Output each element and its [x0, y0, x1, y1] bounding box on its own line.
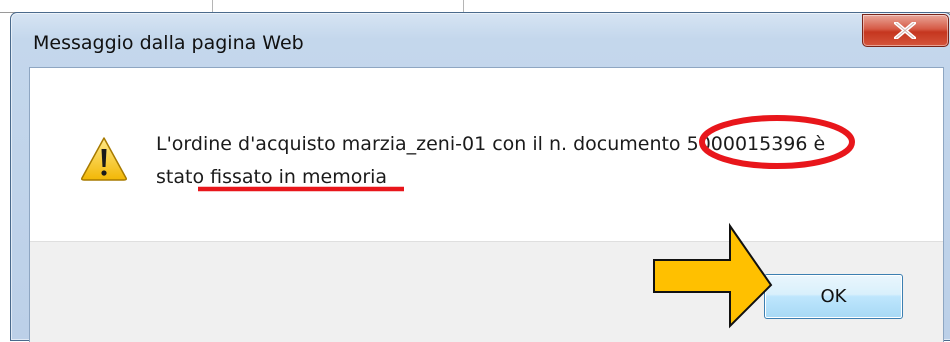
alert-dialog: Messaggio dalla pagina Web L'ordine d'ac… [10, 12, 950, 342]
message-line-1: L'ordine d'acquisto marzia_zeni-01 con i… [156, 133, 826, 155]
message-highlight: fissato in memoria [210, 166, 388, 188]
warning-icon [81, 137, 127, 181]
ok-button[interactable]: OK [764, 274, 903, 319]
message-line-2-prefix: stato [156, 166, 211, 188]
close-button[interactable] [862, 14, 949, 47]
dialog-body: L'ordine d'acquisto marzia_zeni-01 con i… [29, 67, 944, 342]
close-icon [894, 22, 916, 39]
dialog-titlebar[interactable]: Messaggio dalla pagina Web [11, 13, 950, 65]
alert-message: L'ordine d'acquisto marzia_zeni-01 con i… [156, 128, 916, 194]
dialog-title: Messaggio dalla pagina Web [33, 32, 304, 54]
